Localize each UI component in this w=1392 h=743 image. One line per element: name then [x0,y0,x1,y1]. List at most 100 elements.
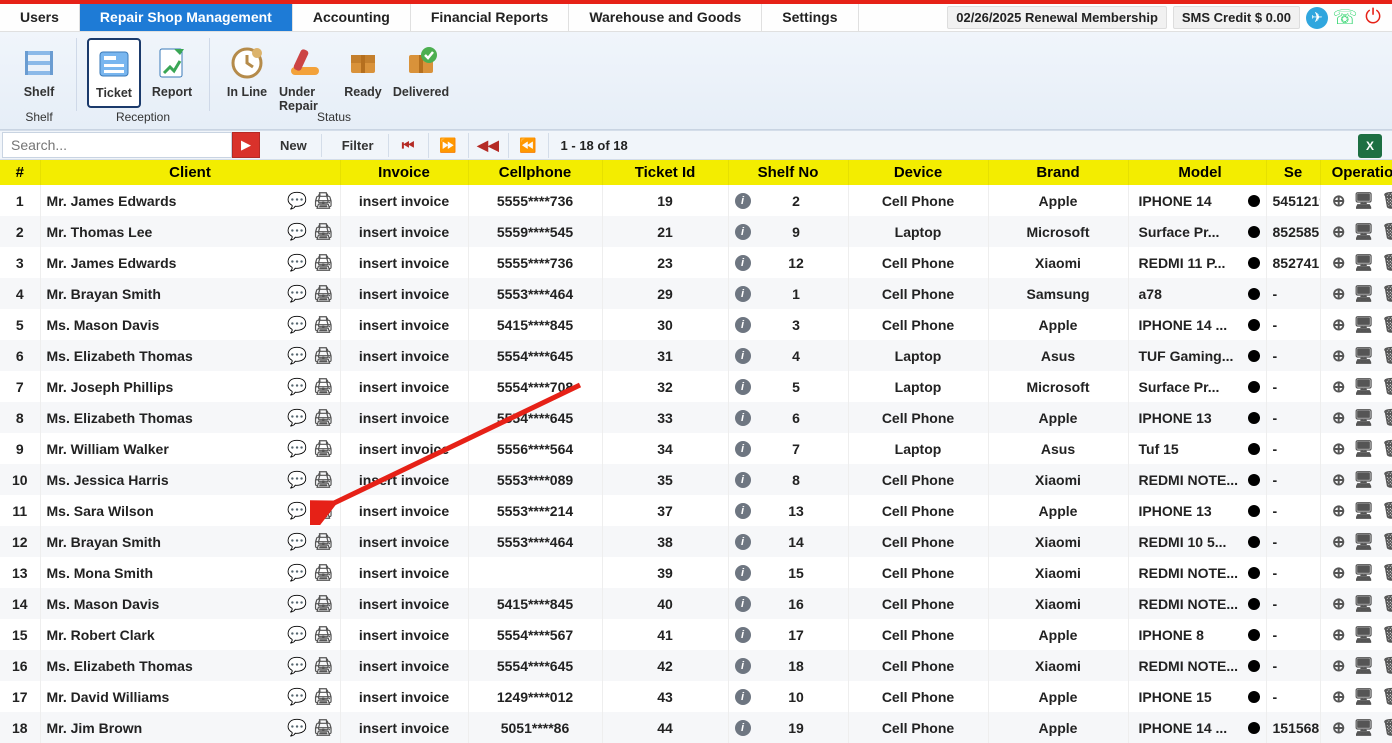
ribbon-ready-button[interactable]: Ready [336,38,390,108]
chat-icon[interactable]: 💬 [287,501,307,521]
chat-icon[interactable]: 💬 [287,439,307,459]
add-icon[interactable]: ⊕ [1332,563,1345,583]
chat-icon[interactable]: 💬 [287,408,307,428]
add-icon[interactable]: ⊕ [1332,408,1345,428]
column-header[interactable]: Operation [1320,160,1392,185]
add-icon[interactable]: ⊕ [1332,377,1345,397]
info-icon[interactable]: i [735,565,751,581]
table-row[interactable]: 7 Mr. Joseph Phillips 💬 🖨 insert invoice… [0,371,1392,402]
nav-prev-page[interactable]: ◀◀ [469,133,509,158]
chat-icon[interactable]: 💬 [287,656,307,676]
invoice-cell[interactable]: insert invoice [340,464,468,495]
info-icon[interactable]: i [735,689,751,705]
trash-icon[interactable]: 🗑 [1382,625,1392,645]
menu-tab-financial-reports[interactable]: Financial Reports [411,4,569,31]
chat-icon[interactable]: 💬 [287,315,307,335]
trash-icon[interactable]: 🗑 [1382,346,1392,366]
nav-prev[interactable]: ⏪ [509,133,549,158]
column-header[interactable]: Cellphone [468,160,602,185]
table-row[interactable]: 5 Ms. Mason Davis 💬 🖨 insert invoice 541… [0,309,1392,340]
table-row[interactable]: 17 Mr. David Williams 💬 🖨 insert invoice… [0,681,1392,712]
monitor-icon[interactable]: 🖥 [1353,718,1373,738]
invoice-cell[interactable]: insert invoice [340,371,468,402]
monitor-icon[interactable]: 🖥 [1353,222,1373,242]
print-icon[interactable]: 🖨 [313,656,333,676]
print-icon[interactable]: 🖨 [313,439,333,459]
chat-icon[interactable]: 💬 [287,284,307,304]
print-icon[interactable]: 🖨 [313,315,333,335]
info-icon[interactable]: i [735,503,751,519]
chat-icon[interactable]: 💬 [287,470,307,490]
add-icon[interactable]: ⊕ [1332,625,1345,645]
table-row[interactable]: 14 Ms. Mason Davis 💬 🖨 insert invoice 54… [0,588,1392,619]
info-icon[interactable]: i [735,596,751,612]
menu-tab-repair-shop-management[interactable]: Repair Shop Management [80,4,293,31]
invoice-cell[interactable]: insert invoice [340,247,468,278]
ribbon-shelf-button[interactable]: Shelf [12,38,66,108]
invoice-cell[interactable]: insert invoice [340,185,468,216]
invoice-cell[interactable]: insert invoice [340,340,468,371]
trash-icon[interactable]: 🗑 [1382,470,1392,490]
table-row[interactable]: 12 Mr. Brayan Smith 💬 🖨 insert invoice 5… [0,526,1392,557]
chat-icon[interactable]: 💬 [287,222,307,242]
add-icon[interactable]: ⊕ [1332,346,1345,366]
monitor-icon[interactable]: 🖥 [1353,501,1373,521]
print-icon[interactable]: 🖨 [313,470,333,490]
info-icon[interactable]: i [735,720,751,736]
add-icon[interactable]: ⊕ [1332,315,1345,335]
table-row[interactable]: 18 Mr. Jim Brown 💬 🖨 insert invoice 5051… [0,712,1392,743]
column-header[interactable]: Device [848,160,988,185]
invoice-cell[interactable]: insert invoice [340,526,468,557]
table-row[interactable]: 13 Ms. Mona Smith 💬 🖨 insert invoice 39 … [0,557,1392,588]
print-icon[interactable]: 🖨 [313,222,333,242]
trash-icon[interactable]: 🗑 [1382,439,1392,459]
monitor-icon[interactable]: 🖥 [1353,532,1373,552]
monitor-icon[interactable]: 🖥 [1353,253,1373,273]
new-button[interactable]: New [266,134,322,157]
menu-tab-settings[interactable]: Settings [762,4,858,31]
trash-icon[interactable]: 🗑 [1382,563,1392,583]
add-icon[interactable]: ⊕ [1332,222,1345,242]
info-icon[interactable]: i [735,317,751,333]
add-icon[interactable]: ⊕ [1332,470,1345,490]
trash-icon[interactable]: 🗑 [1382,377,1392,397]
invoice-cell[interactable]: insert invoice [340,495,468,526]
column-header[interactable]: Ticket Id [602,160,728,185]
add-icon[interactable]: ⊕ [1332,284,1345,304]
add-icon[interactable]: ⊕ [1332,687,1345,707]
print-icon[interactable]: 🖨 [313,284,333,304]
trash-icon[interactable]: 🗑 [1382,718,1392,738]
ribbon-report-button[interactable]: Report [145,38,199,108]
trash-icon[interactable]: 🗑 [1382,222,1392,242]
search-input[interactable] [2,132,232,158]
monitor-icon[interactable]: 🖥 [1353,625,1373,645]
monitor-icon[interactable]: 🖥 [1353,439,1373,459]
nav-first[interactable]: ⏮ [389,133,429,158]
table-row[interactable]: 2 Mr. Thomas Lee 💬 🖨 insert invoice 5559… [0,216,1392,247]
whatsapp-icon[interactable]: ☏ [1334,7,1356,29]
column-header[interactable]: Model [1128,160,1266,185]
chat-icon[interactable]: 💬 [287,687,307,707]
invoice-cell[interactable]: insert invoice [340,588,468,619]
column-header[interactable]: Shelf No [728,160,848,185]
info-icon[interactable]: i [735,224,751,240]
menu-tab-accounting[interactable]: Accounting [293,4,411,31]
info-icon[interactable]: i [735,472,751,488]
chat-icon[interactable]: 💬 [287,532,307,552]
print-icon[interactable]: 🖨 [313,594,333,614]
chat-icon[interactable]: 💬 [287,253,307,273]
trash-icon[interactable]: 🗑 [1382,501,1392,521]
add-icon[interactable]: ⊕ [1332,501,1345,521]
info-icon[interactable]: i [735,658,751,674]
info-icon[interactable]: i [735,441,751,457]
monitor-icon[interactable]: 🖥 [1353,191,1373,211]
table-row[interactable]: 9 Mr. William Walker 💬 🖨 insert invoice … [0,433,1392,464]
ribbon-delivered-button[interactable]: Delivered [394,38,448,108]
table-row[interactable]: 4 Mr. Brayan Smith 💬 🖨 insert invoice 55… [0,278,1392,309]
monitor-icon[interactable]: 🖥 [1353,594,1373,614]
info-icon[interactable]: i [735,193,751,209]
info-icon[interactable]: i [735,255,751,271]
print-icon[interactable]: 🖨 [313,532,333,552]
telegram-icon[interactable]: ✈ [1306,7,1328,29]
monitor-icon[interactable]: 🖥 [1353,687,1373,707]
